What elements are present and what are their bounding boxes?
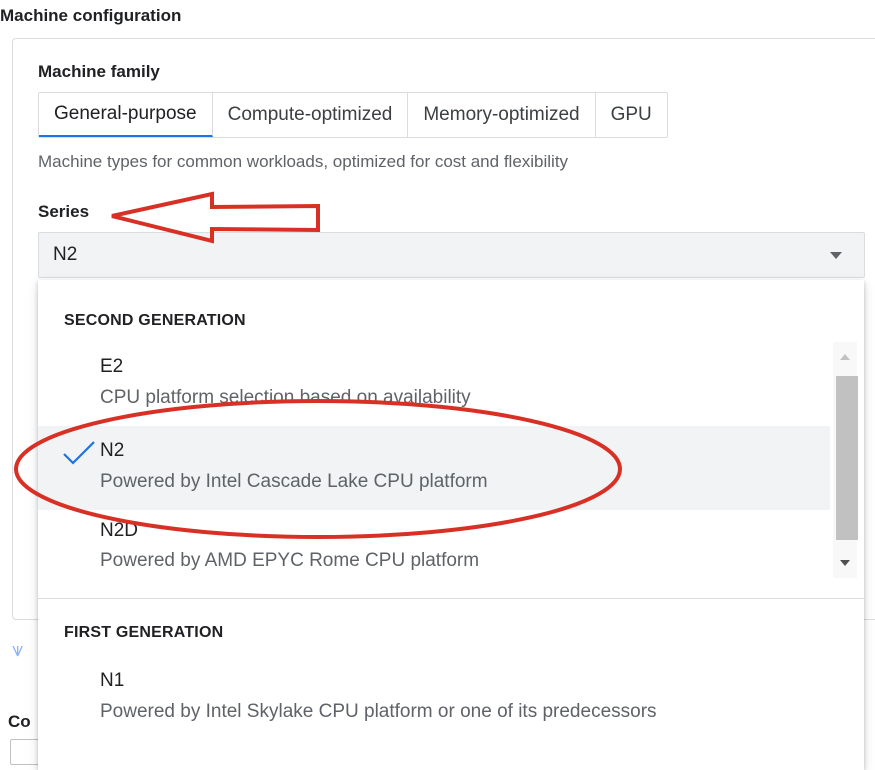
option-description: Powered by AMD EPYC Rome CPU platform [100,550,480,571]
group-header-second-generation: SECOND GENERATION [64,312,246,329]
option-n1[interactable]: N1 Powered by Intel Skylake CPU platform… [38,656,864,740]
scroll-up-arrow-icon[interactable] [840,354,850,360]
check-icon [63,441,95,465]
double-chevron-down-icon[interactable]: ⩛ [12,640,23,660]
machine-family-description: Machine types for common workloads, opti… [38,152,569,171]
series-select[interactable]: N2 [38,232,865,278]
series-label: Series [38,202,90,221]
tab-general-purpose[interactable]: General-purpose [39,93,213,137]
scroll-down-arrow-icon[interactable] [840,560,850,566]
series-dropdown-menu: SECOND GENERATION E2 CPU platform select… [38,280,864,770]
tab-gpu[interactable]: GPU [596,93,667,137]
option-name: E2 [100,356,124,377]
tab-memory-optimized[interactable]: Memory-optimized [408,93,596,137]
option-name: N1 [100,670,125,691]
option-n2[interactable]: N2 Powered by Intel Cascade Lake CPU pla… [38,426,830,510]
option-n2d[interactable]: N2D Powered by AMD EPYC Rome CPU platfor… [38,510,830,594]
option-description: Powered by Intel Cascade Lake CPU platfo… [100,471,488,492]
caret-down-icon [830,252,842,259]
section-title: Machine configuration [0,6,182,25]
partial-section-label: Co [8,712,31,731]
series-selected-value: N2 [53,244,78,265]
tab-compute-optimized[interactable]: Compute-optimized [213,93,409,137]
option-name: N2 [100,440,125,461]
group-divider [38,598,864,599]
option-description: CPU platform selection based on availabi… [100,387,471,408]
scroll-thumb[interactable] [836,376,858,540]
option-description: Powered by Intel Skylake CPU platform or… [100,701,657,722]
group-header-first-generation: FIRST GENERATION [64,624,224,641]
option-e2[interactable]: E2 CPU platform selection based on avail… [38,342,830,426]
option-name: N2D [100,520,139,541]
machine-family-label: Machine family [38,62,160,81]
machine-family-tabs: General-purpose Compute-optimized Memory… [38,92,668,138]
dropdown-scrollbar[interactable] [833,342,858,578]
